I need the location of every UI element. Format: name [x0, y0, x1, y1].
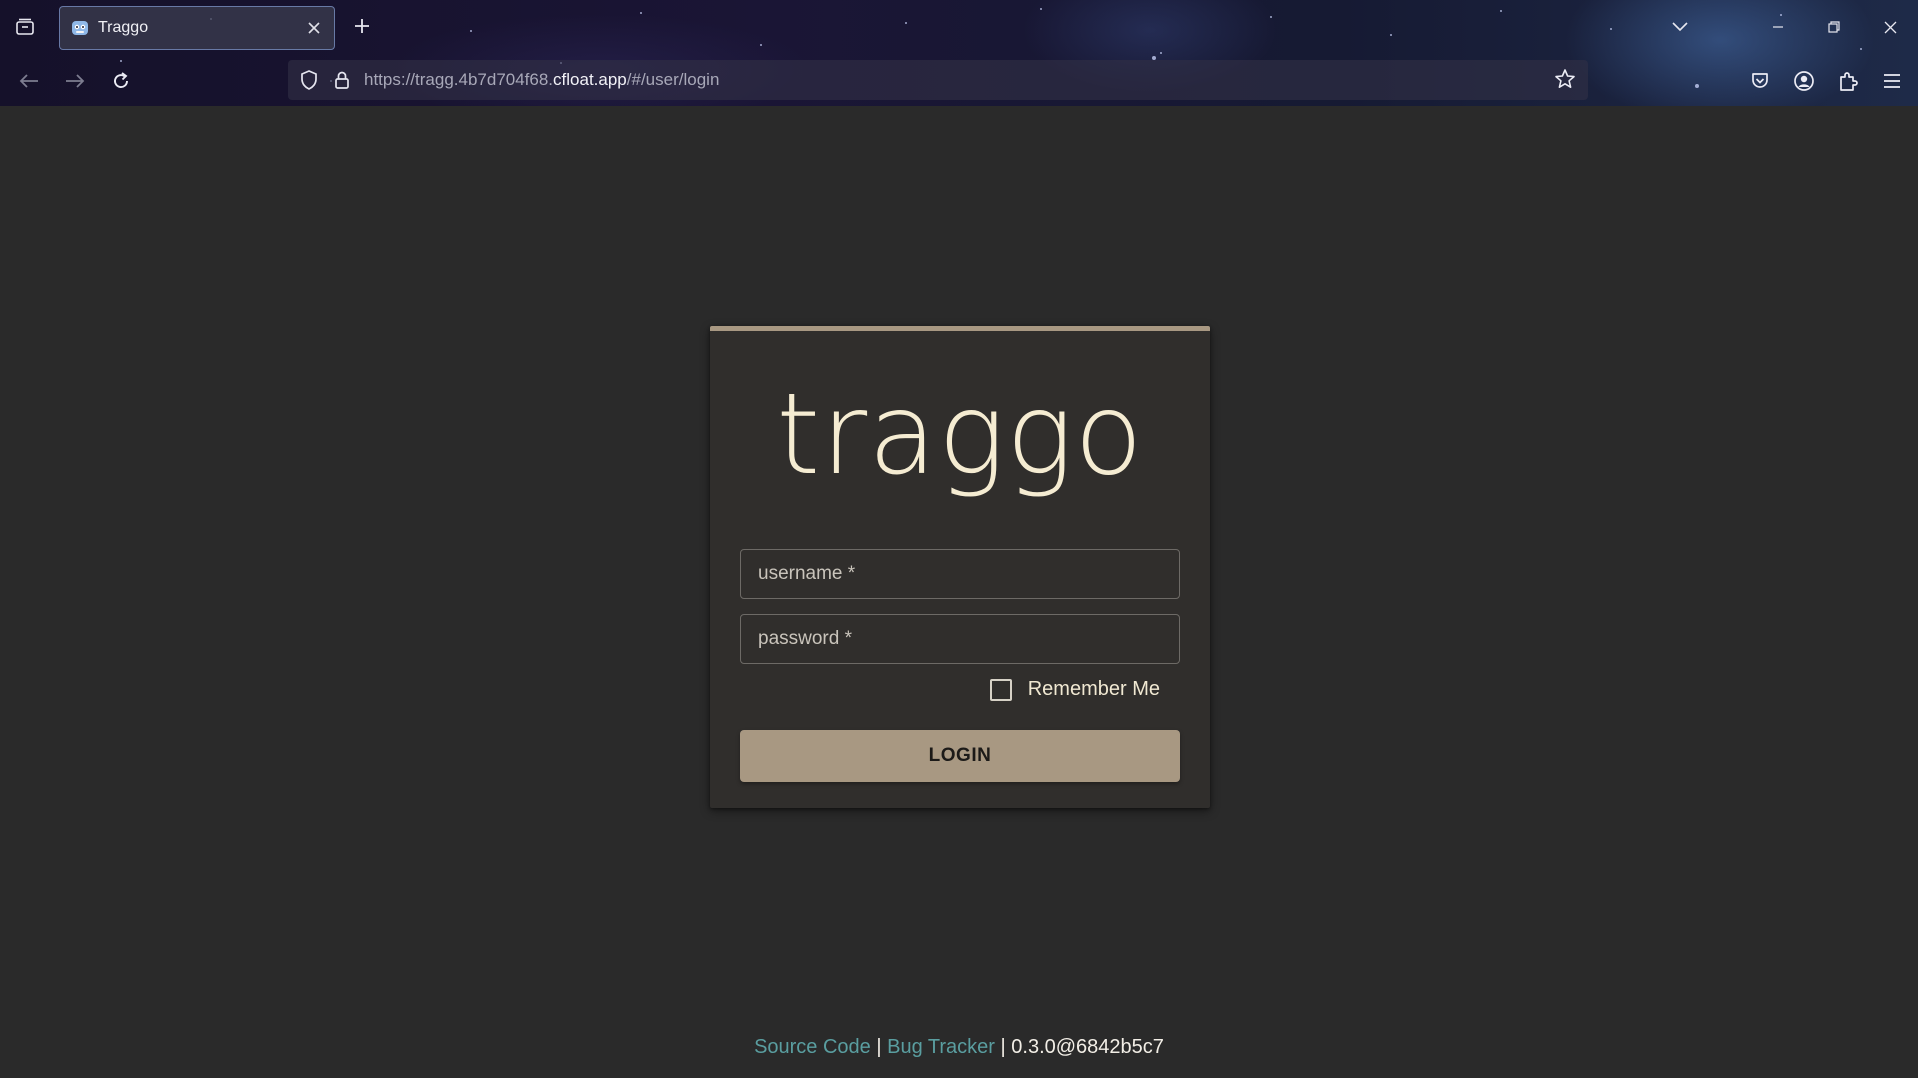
bookmark-star-button[interactable]: [1554, 68, 1576, 95]
remember-me-checkbox[interactable]: [989, 678, 1012, 701]
navigation-toolbar: https://tragg.4b7d704f68.cfloat.app/#/us…: [0, 56, 1918, 106]
account-button[interactable]: [1782, 59, 1826, 103]
username-placeholder: username *: [758, 563, 856, 584]
tab-list-icon: [16, 18, 34, 35]
password-input[interactable]: password *: [740, 614, 1180, 664]
star-icon: [1555, 69, 1575, 88]
arrow-left-icon: [19, 74, 38, 88]
bug-tracker-link[interactable]: Bug Tracker: [887, 1036, 995, 1058]
puzzle-icon: [1840, 72, 1858, 91]
forward-button[interactable]: [60, 66, 90, 96]
minimize-icon: [1773, 26, 1783, 28]
url-suffix: /#/user/login: [626, 70, 720, 89]
restore-icon: [1828, 21, 1840, 33]
url-prefix: https://tragg.4b7d704f68.: [364, 70, 554, 89]
tab-list-button[interactable]: [10, 12, 40, 42]
pocket-icon: [1752, 73, 1768, 88]
minimize-button[interactable]: [1750, 0, 1806, 54]
window-controls: [1652, 0, 1918, 54]
footer-separator: |: [870, 1036, 888, 1058]
extensions-button[interactable]: [1826, 59, 1870, 103]
footer: Source Code | Bug Tracker | 0.3.0@6842b5…: [0, 1036, 1918, 1059]
remember-me-option[interactable]: Remember Me: [989, 678, 1160, 701]
tab-bar: Traggo: [0, 0, 1918, 54]
shield-icon: [301, 70, 317, 90]
footer-separator: |: [994, 1036, 1012, 1058]
lock-icon: [335, 71, 349, 89]
page-content: traggo username * password * Remember Me…: [0, 106, 1918, 1078]
version-label: 0.3.0@6842b5c7: [1011, 1036, 1164, 1058]
reload-icon: [114, 72, 128, 88]
restore-button[interactable]: [1806, 0, 1862, 54]
app-logo: traggo: [776, 370, 1144, 500]
pocket-button[interactable]: [1738, 59, 1782, 103]
new-tab-button[interactable]: [348, 12, 376, 40]
toolbar-buttons: [1738, 56, 1918, 106]
reload-button[interactable]: [106, 66, 136, 96]
close-window-button[interactable]: [1862, 0, 1918, 54]
url-text: https://tragg.4b7d704f68.cfloat.app/#/us…: [364, 70, 719, 90]
app-menu-button[interactable]: [1870, 59, 1914, 103]
login-button[interactable]: LOGIN: [740, 730, 1180, 782]
browser-chrome: Traggo https://tragg.4b7d704f68.cfloat.a…: [0, 0, 1918, 106]
login-card: traggo username * password * Remember Me…: [710, 326, 1210, 808]
arrow-right-icon: [66, 74, 85, 88]
account-icon: [1794, 71, 1814, 91]
tab-traggo[interactable]: Traggo: [59, 6, 335, 50]
url-host: cfloat.app: [553, 70, 627, 89]
back-button[interactable]: [14, 66, 44, 96]
close-icon: [1884, 21, 1896, 33]
traggo-favicon-icon: [72, 21, 88, 35]
hamburger-menu-icon: [1884, 74, 1900, 88]
address-bar[interactable]: https://tragg.4b7d704f68.cfloat.app/#/us…: [288, 60, 1588, 100]
source-code-link[interactable]: Source Code: [754, 1036, 871, 1058]
chevron-down-icon: [1672, 22, 1688, 32]
tab-title: Traggo: [98, 19, 149, 36]
plus-icon: [355, 19, 369, 33]
close-tab-icon[interactable]: [304, 18, 324, 38]
remember-me-label: Remember Me: [1027, 678, 1160, 700]
password-placeholder: password *: [758, 628, 852, 649]
list-all-tabs-button[interactable]: [1652, 0, 1708, 54]
username-input[interactable]: username *: [740, 549, 1180, 599]
